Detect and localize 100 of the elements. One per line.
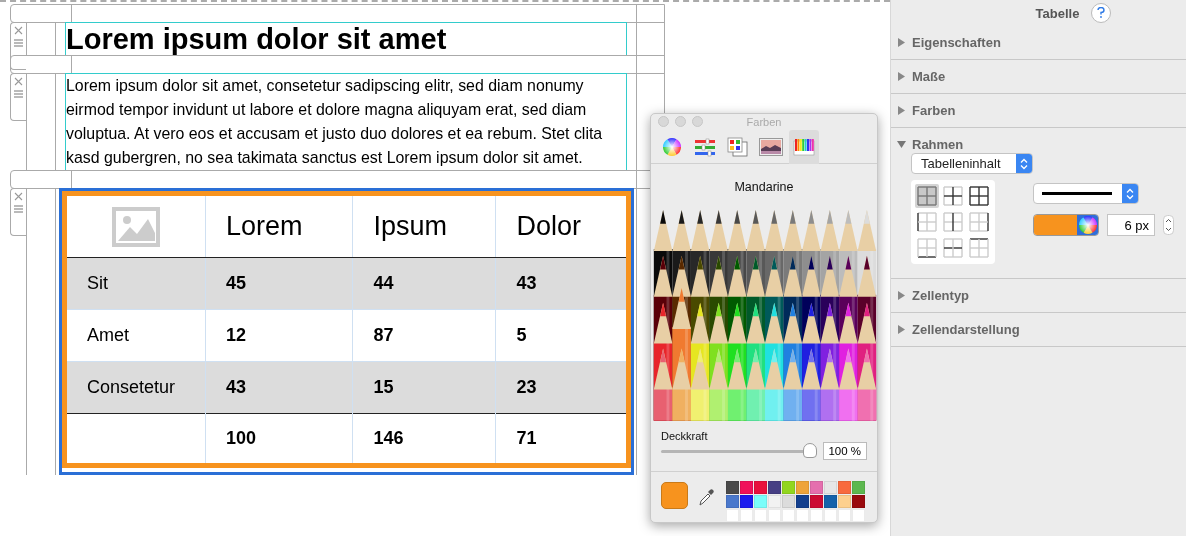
table-cell: 5: [495, 309, 629, 362]
color-swatch[interactable]: [810, 481, 823, 494]
drag-handle-icon[interactable]: [14, 39, 23, 47]
border-preset-icon: [943, 238, 963, 258]
line-style-dropdown[interactable]: [1033, 183, 1139, 204]
close-icon[interactable]: [14, 192, 23, 201]
table-cell: 44: [353, 257, 496, 310]
color-swatch[interactable]: [754, 495, 767, 508]
window-title: Farben: [745, 115, 783, 128]
border-preset-button[interactable]: [967, 236, 991, 260]
table-cell: 100: [205, 413, 353, 466]
border-preset-button[interactable]: [967, 210, 991, 234]
table-cell: 15: [353, 361, 496, 414]
section-header[interactable]: Zellendarstellung: [891, 313, 1186, 346]
color-swatch[interactable]: [754, 481, 767, 494]
color-swatch[interactable]: [768, 481, 781, 494]
opacity-field[interactable]: 100 %: [823, 442, 867, 461]
color-swatch[interactable]: [782, 495, 795, 508]
heading: Lorem ipsum dolor sit amet: [65, 22, 627, 56]
table-cell: 45: [205, 257, 353, 310]
column-header: Lorem: [205, 193, 353, 258]
color-swatch[interactable]: [824, 495, 837, 508]
section-header[interactable]: Maße: [891, 60, 1186, 93]
border-preset-icon: [943, 186, 963, 206]
color-swatch[interactable]: [838, 481, 851, 494]
color-swatch[interactable]: [782, 509, 795, 522]
color-swatch[interactable]: [726, 481, 739, 494]
color-swatch[interactable]: [782, 481, 795, 494]
window-minimize-button[interactable]: [675, 116, 686, 128]
table-cell: 43: [205, 361, 353, 414]
color-swatch[interactable]: [810, 509, 823, 522]
color-swatch[interactable]: [824, 509, 837, 522]
border-preset-icon: [969, 238, 989, 258]
window-zoom-button[interactable]: [692, 116, 703, 128]
section-header[interactable]: Farben: [891, 94, 1186, 127]
drag-handle-icon[interactable]: [14, 205, 23, 213]
table-cell: 12: [205, 309, 353, 362]
color-swatch[interactable]: [726, 509, 739, 522]
table-cell: 43: [495, 257, 629, 310]
collapse-triangle-icon[interactable]: [897, 140, 906, 149]
expand-triangle-icon[interactable]: [897, 106, 906, 115]
table-cell: Amet: [64, 309, 206, 362]
palettes-icon: [727, 136, 749, 157]
close-icon[interactable]: [14, 26, 23, 35]
table-cell: 71: [495, 413, 629, 466]
image-placeholder-icon: [111, 206, 160, 247]
opacity-slider[interactable]: [661, 442, 817, 460]
color-swatch[interactable]: [796, 509, 809, 522]
color-swatch[interactable]: [740, 495, 753, 508]
section-header[interactable]: Zellentyp: [891, 279, 1186, 312]
color-swatch[interactable]: [810, 495, 823, 508]
border-preset-button[interactable]: [941, 210, 965, 234]
border-preset-button[interactable]: [967, 184, 991, 208]
border-preset-button[interactable]: [915, 236, 939, 260]
eyedropper-icon[interactable]: [698, 487, 714, 507]
slider-thumb[interactable]: [803, 442, 817, 458]
border-preset-button[interactable]: [915, 210, 939, 234]
color-swatch[interactable]: [740, 481, 753, 494]
help-button[interactable]: [1091, 3, 1112, 23]
expand-triangle-icon[interactable]: [897, 38, 906, 47]
up-down-arrows-icon: [1020, 157, 1028, 170]
expand-triangle-icon[interactable]: [897, 72, 906, 81]
color-swatch[interactable]: [726, 495, 739, 508]
color-swatch[interactable]: [768, 495, 781, 508]
expand-triangle-icon[interactable]: [897, 291, 906, 300]
color-swatch[interactable]: [740, 509, 753, 522]
color-swatch[interactable]: [768, 509, 781, 522]
table-cell: Consetetur: [64, 361, 206, 414]
landscape-image-icon: [759, 137, 783, 156]
color-swatch[interactable]: [754, 509, 767, 522]
color-swatch[interactable]: [796, 481, 809, 494]
window-close-button[interactable]: [658, 116, 669, 128]
close-icon[interactable]: [14, 77, 23, 86]
border-preset-button[interactable]: [941, 236, 965, 260]
color-swatch[interactable]: [796, 495, 809, 508]
stepper-icon[interactable]: [1163, 215, 1174, 235]
color-swatch[interactable]: [838, 509, 851, 522]
color-mode-tab[interactable]: [789, 129, 819, 164]
table-cell: 87: [353, 309, 496, 362]
sliders-icon: [694, 136, 716, 157]
border-preset-icon: [969, 186, 989, 206]
section-header[interactable]: Eigenschaften: [891, 26, 1186, 59]
current-color-swatch[interactable]: [661, 482, 688, 509]
color-swatch[interactable]: [852, 481, 865, 494]
border-color-well[interactable]: [1033, 214, 1099, 236]
color-swatch[interactable]: [852, 509, 865, 522]
color-swatch[interactable]: [824, 481, 837, 494]
expand-triangle-icon[interactable]: [897, 325, 906, 334]
question-mark-icon: [1097, 6, 1106, 18]
opacity-label: Deckkraft: [661, 430, 709, 443]
solid-line-icon: [1042, 191, 1112, 196]
up-down-arrows-icon: [1126, 187, 1134, 200]
color-swatch[interactable]: [852, 495, 865, 508]
border-width-field[interactable]: 6 px: [1107, 214, 1155, 236]
border-preset-button[interactable]: [941, 184, 965, 208]
border-preset-icon: [943, 212, 963, 232]
color-swatch[interactable]: [838, 495, 851, 508]
border-target-dropdown[interactable]: Tabelleninhalt: [911, 153, 1033, 174]
drag-handle-icon[interactable]: [14, 90, 23, 98]
colored-pencils-drawing[interactable]: [651, 210, 877, 422]
